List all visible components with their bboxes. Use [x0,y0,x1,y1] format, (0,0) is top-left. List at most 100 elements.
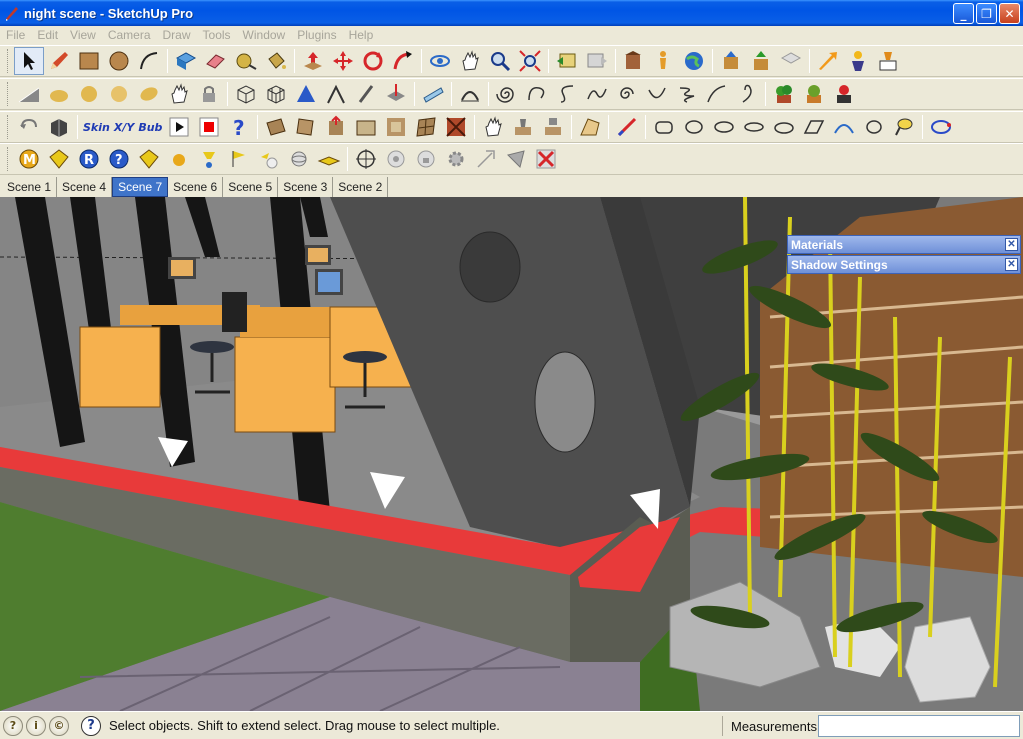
menu-camera[interactable]: Camera [102,28,157,42]
shape-1-button[interactable] [649,113,679,141]
shape-6-button[interactable] [799,113,829,141]
measurements-input[interactable] [818,715,1020,737]
undo-tool-button[interactable] [14,113,44,141]
pyramid-button[interactable] [291,80,321,108]
lock-tool-button[interactable] [194,80,224,108]
circle-tool-button[interactable] [104,47,134,75]
vray-material-button[interactable]: M [14,145,44,173]
materials-panel[interactable]: Materials ✕ [787,235,1021,254]
shape-4-button[interactable] [739,113,769,141]
curve-3-button[interactable] [702,80,732,108]
texture-6-button[interactable] [411,113,441,141]
shape-9-button[interactable] [889,113,919,141]
share-component-button[interactable] [776,47,806,75]
curve-2-button[interactable] [642,80,672,108]
pen-tool-button[interactable] [471,145,501,173]
lambda-tool-button[interactable] [321,80,351,108]
ruler-tool-button[interactable] [418,80,448,108]
orbit-tool-button[interactable] [425,47,455,75]
hand-tool-button[interactable] [164,80,194,108]
bubble-plugin-button[interactable]: Bub [136,113,164,141]
close-icon[interactable]: ✕ [1005,258,1018,271]
sphere-2-button[interactable] [74,80,104,108]
shape-8-button[interactable] [859,113,889,141]
follow-me-button[interactable] [388,47,418,75]
pan-tool-button[interactable] [455,47,485,75]
stamp-tool-button[interactable] [508,113,538,141]
select-tool-button[interactable] [14,47,44,75]
sphere-4-button[interactable] [134,80,164,108]
tape-measure-button[interactable] [231,47,261,75]
close-icon[interactable]: ✕ [1005,238,1018,251]
plant-3-button[interactable] [829,80,859,108]
shape-2-button[interactable] [679,113,709,141]
shape-3-button[interactable] [709,113,739,141]
curve-arc-button[interactable] [455,80,485,108]
pencil-tool-button[interactable] [44,47,74,75]
close-button[interactable]: ✕ [999,3,1020,24]
toolbar-grip[interactable] [7,115,11,139]
sphere-1-button[interactable] [44,80,74,108]
get-models-button[interactable] [716,47,746,75]
model-viewport[interactable] [0,197,1023,711]
push-pull-button[interactable] [298,47,328,75]
geo-location-icon[interactable]: ? [3,715,23,736]
omni-light-button[interactable] [254,145,284,173]
menu-view[interactable]: View [64,28,102,42]
scene-tab-1[interactable]: Scene 1 [2,177,58,197]
texture-1-button[interactable] [261,113,291,141]
scene-tab-4[interactable]: Scene 4 [57,177,113,197]
cut-plane-button[interactable] [501,145,531,173]
eraser-tool-button[interactable] [201,47,231,75]
plugin-tool-button[interactable] [873,47,903,75]
plant-1-button[interactable] [769,80,799,108]
axis-box-button[interactable] [381,80,411,108]
user-login-icon[interactable]: © [49,715,69,736]
delete-cross-button[interactable] [531,145,561,173]
zoom-tool-button[interactable] [485,47,515,75]
restore-button[interactable]: ❐ [976,3,997,24]
drape-tool-button[interactable] [538,113,568,141]
box-tool-button[interactable] [44,113,74,141]
plant-2-button[interactable] [799,80,829,108]
stop-button[interactable] [194,113,224,141]
plane-light-button[interactable] [224,145,254,173]
help-icon[interactable]: ? [81,715,101,736]
zoom-extents-button[interactable] [515,47,545,75]
spiral-3-button[interactable] [552,80,582,108]
spot-light-button[interactable] [194,145,224,173]
scene-tab-2[interactable]: Scene 2 [333,177,389,197]
scene-tab-3[interactable]: Scene 3 [278,177,334,197]
toolbar-grip[interactable] [7,147,11,171]
scene-tab-6[interactable]: Scene 6 [168,177,224,197]
skin-plugin-button[interactable]: Skin [81,113,112,141]
menu-tools[interactable]: Tools [197,28,237,42]
texture-5-button[interactable] [381,113,411,141]
measure-tool-button[interactable] [612,113,642,141]
previous-view-button[interactable] [552,47,582,75]
plugin-figure-button[interactable] [843,47,873,75]
toolbar-grip[interactable] [7,49,11,73]
spiral-1-button[interactable] [492,80,522,108]
sandbox-arrow-button[interactable] [813,47,843,75]
gear-tool-button[interactable] [441,145,471,173]
move-tool-button[interactable] [328,47,358,75]
paint-bucket-button[interactable] [261,47,291,75]
menu-draw[interactable]: Draw [157,28,197,42]
eye-tool-button[interactable] [381,145,411,173]
wireframe-cube-button[interactable] [261,80,291,108]
help-plugin-button[interactable]: ? [224,113,254,141]
sandbox-from-contours-button[interactable] [14,80,44,108]
texture-2-button[interactable] [291,113,321,141]
texture-3-button[interactable] [321,113,351,141]
vray-render-button[interactable]: R [74,145,104,173]
shape-10-button[interactable] [926,113,956,141]
next-view-button[interactable] [582,47,612,75]
spline-button[interactable] [582,80,612,108]
sphere-3-button[interactable] [104,80,134,108]
share-model-button[interactable] [746,47,776,75]
google-earth-button[interactable] [679,47,709,75]
rotate-tool-button[interactable] [358,47,388,75]
arc-tool-button[interactable] [134,47,164,75]
hook-curve-button[interactable] [732,80,762,108]
